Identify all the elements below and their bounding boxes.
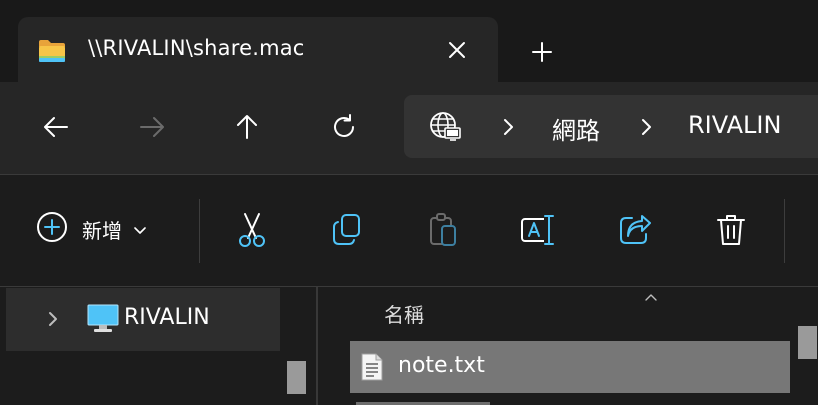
copy-icon[interactable] <box>324 207 370 253</box>
navigation-pane: RIVALIN <box>0 287 316 405</box>
new-button[interactable]: 新增 <box>36 207 176 251</box>
sort-ascending-icon <box>644 287 658 301</box>
content-scrollbar[interactable] <box>798 326 817 359</box>
title-bar: \\RIVALIN\share.mac <box>0 0 818 83</box>
sidebar-scrollbar[interactable] <box>287 361 306 394</box>
folder-icon <box>38 39 66 63</box>
arrow-left-icon[interactable] <box>33 104 79 150</box>
toolbar-separator <box>784 199 785 263</box>
arrow-right-icon[interactable] <box>129 104 175 150</box>
breadcrumb-rivalin[interactable]: RIVALIN <box>688 111 781 139</box>
text-file-icon <box>360 353 384 381</box>
plus-circle-icon <box>36 211 68 247</box>
rename-icon[interactable] <box>516 207 562 253</box>
tab-title: \\RIVALIN\share.mac <box>88 36 305 60</box>
new-button-label: 新增 <box>82 218 122 243</box>
sidebar-item-label: RIVALIN <box>124 305 210 330</box>
file-list: 名稱 note.txt <box>318 287 818 405</box>
address-bar[interactable]: 網路 RIVALIN <box>404 95 818 158</box>
list-item[interactable]: note.txt <box>350 341 790 393</box>
network-globe-icon <box>428 110 462 144</box>
command-toolbar: 新增 <box>0 175 818 286</box>
breadcrumb-network[interactable]: 網路 <box>552 111 600 146</box>
computer-icon <box>87 304 119 334</box>
tab-active[interactable]: \\RIVALIN\share.mac <box>18 17 498 83</box>
share-icon[interactable] <box>612 207 658 253</box>
chevron-right-icon[interactable] <box>500 118 516 136</box>
file-name: note.txt <box>398 353 485 378</box>
delete-icon[interactable] <box>708 207 754 253</box>
navigation-bar: 網路 RIVALIN <box>0 82 818 174</box>
arrow-up-icon[interactable] <box>224 104 270 150</box>
sidebar-item-rivalin[interactable]: RIVALIN <box>6 288 280 351</box>
chevron-right-icon[interactable] <box>46 310 60 328</box>
chevron-down-icon <box>134 220 146 239</box>
column-header-name[interactable]: 名稱 <box>384 299 424 328</box>
toolbar-separator <box>199 199 200 263</box>
plus-icon[interactable] <box>524 34 560 70</box>
cut-icon[interactable] <box>229 207 275 253</box>
paste-icon[interactable] <box>420 207 466 253</box>
chevron-right-icon[interactable] <box>638 118 654 136</box>
refresh-icon[interactable] <box>321 104 367 150</box>
close-icon[interactable] <box>440 33 474 67</box>
